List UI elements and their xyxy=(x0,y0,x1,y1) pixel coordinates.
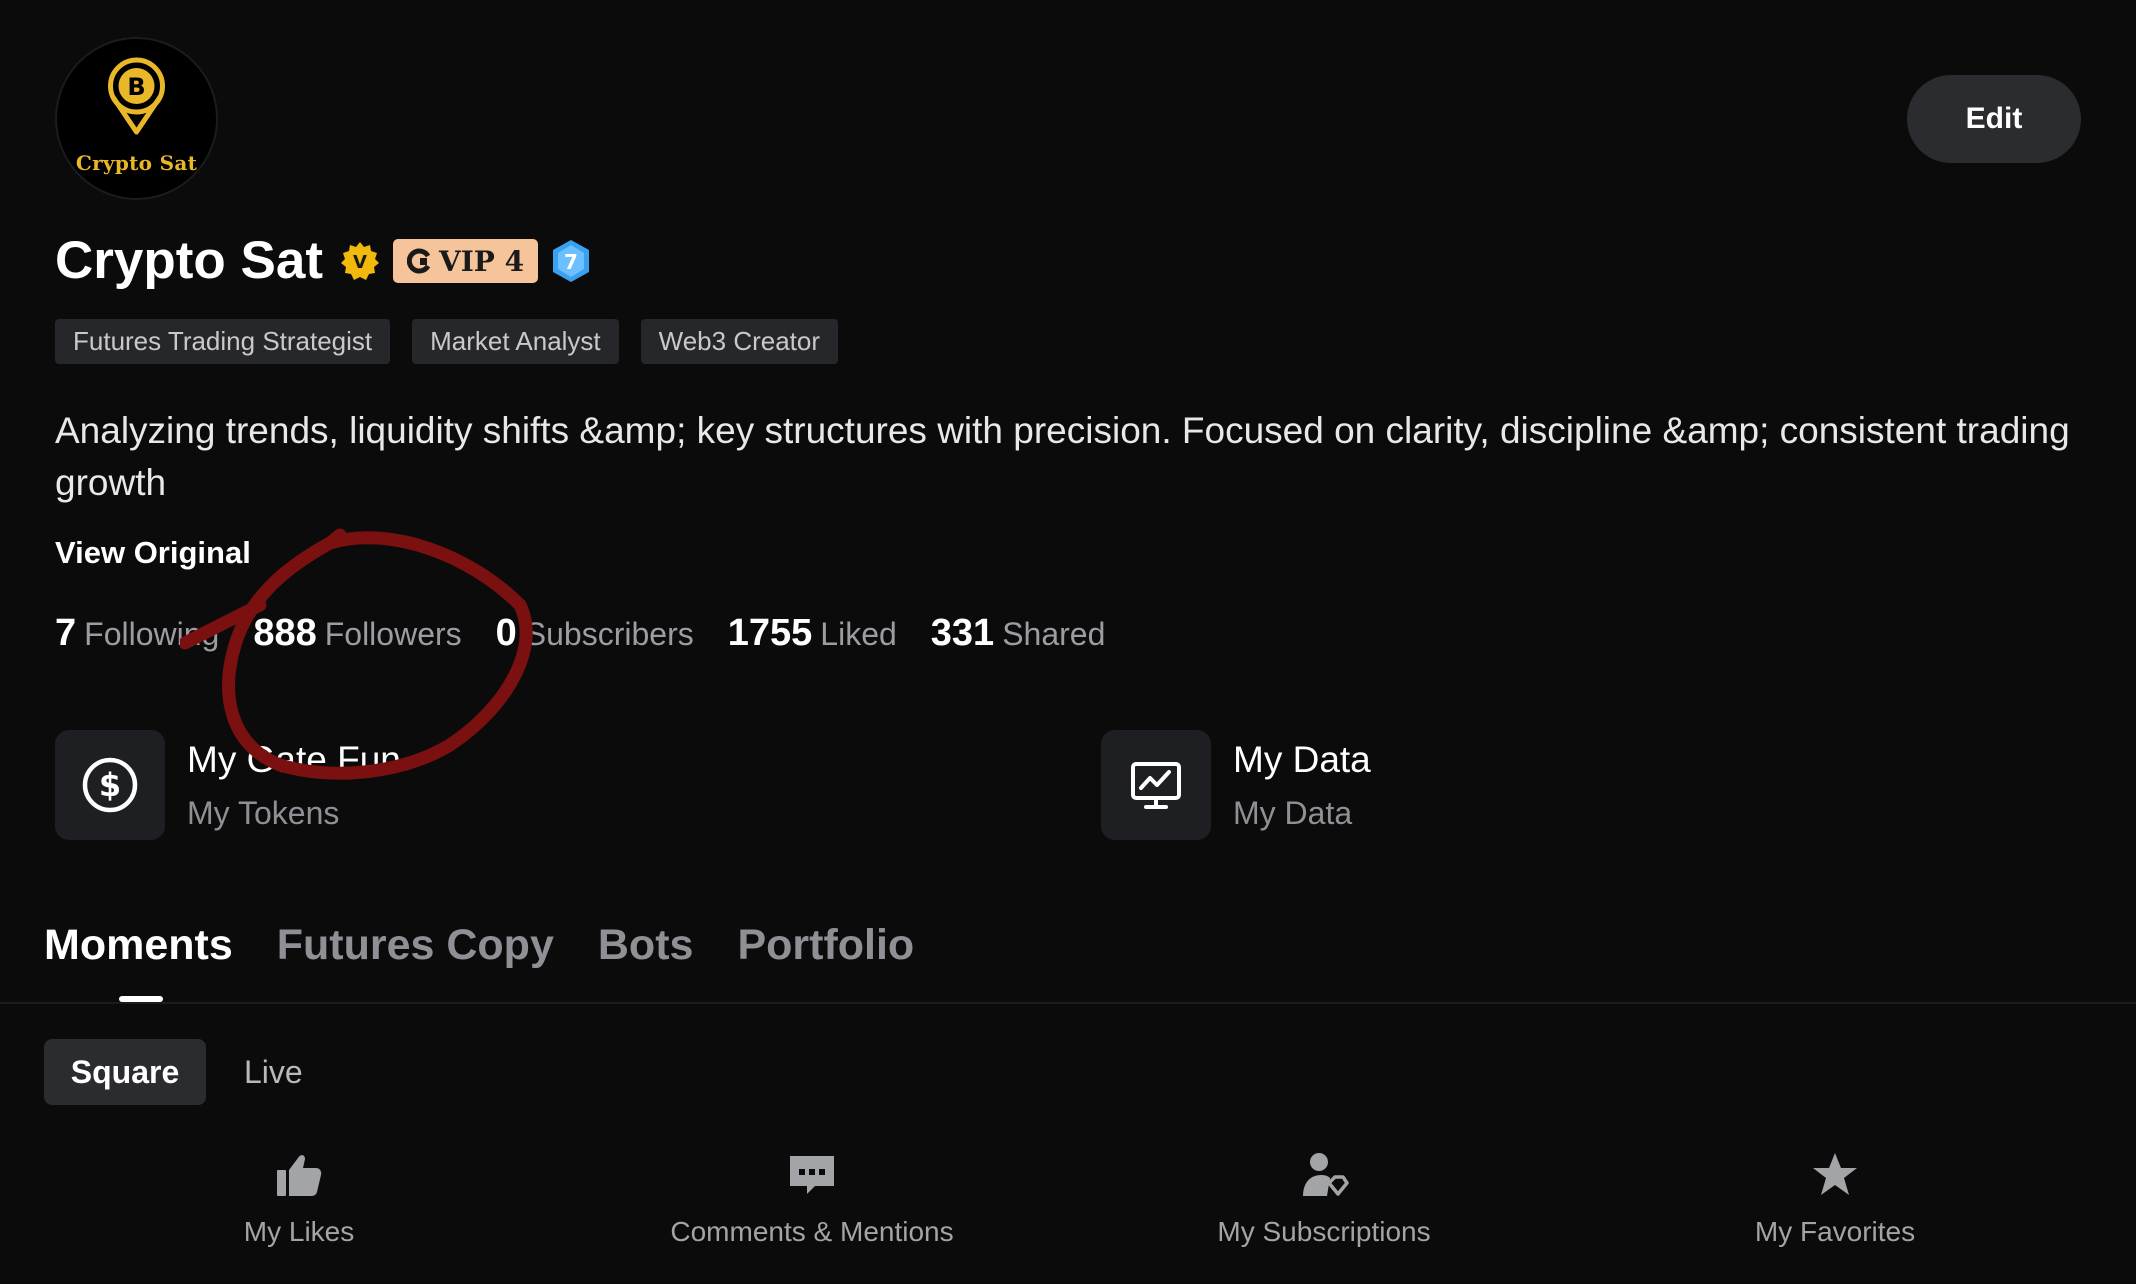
action-my-favorites[interactable]: My Favorites xyxy=(1655,1150,2015,1248)
card-subtitle: My Tokens xyxy=(187,795,340,831)
card-icon-box xyxy=(1101,730,1211,840)
stat-label: Shared xyxy=(1002,616,1106,652)
avatar[interactable]: B Crypto Sat xyxy=(55,37,218,200)
vip-badge[interactable]: VIP 4 xyxy=(392,239,539,283)
action-label: My Likes xyxy=(243,1216,355,1247)
stat-number: 7 xyxy=(55,612,77,654)
sub-tabs: Square Live xyxy=(44,1039,303,1105)
stat-number: 331 xyxy=(930,612,995,654)
subtab-live[interactable]: Live xyxy=(244,1054,303,1091)
action-my-subscriptions[interactable]: My Subscriptions xyxy=(1144,1150,1504,1248)
action-label: My Favorites xyxy=(1754,1216,1916,1247)
svg-text:B: B xyxy=(127,73,145,101)
thumbs-up-icon xyxy=(277,1155,322,1196)
svg-text:$: $ xyxy=(99,766,121,804)
stat-followers[interactable]: 888 Followers xyxy=(253,612,461,655)
action-my-likes[interactable]: My Likes xyxy=(119,1150,479,1248)
gate-logo-icon xyxy=(406,248,431,274)
svg-text:7: 7 xyxy=(564,250,578,274)
vip-label: VIP 4 xyxy=(438,244,525,278)
avatar-brand-text: Crypto Sat xyxy=(75,151,198,175)
profile-bio: Analyzing trends, liquidity shifts &amp;… xyxy=(55,410,2070,503)
tabs-divider xyxy=(0,1002,2136,1004)
tag: Market Analyst xyxy=(412,319,619,364)
stat-subscribers[interactable]: 0 Subscribers xyxy=(496,612,694,655)
svg-text:V: V xyxy=(353,252,367,273)
action-label: My Subscriptions xyxy=(1217,1216,1431,1247)
stat-shared[interactable]: 331 Shared xyxy=(931,612,1106,655)
stat-label: Following xyxy=(84,616,220,652)
content-tabs: Moments Futures Copy Bots Portfolio xyxy=(44,915,914,975)
tab-portfolio[interactable]: Portfolio xyxy=(737,915,914,975)
card-my-gate-fun[interactable]: $ My Gate Fun My Tokens xyxy=(55,730,401,840)
comment-icon xyxy=(790,1156,834,1194)
subscription-user-icon xyxy=(1303,1153,1349,1196)
card-icon-box: $ xyxy=(55,730,165,840)
stat-number: 1755 xyxy=(727,612,813,654)
stat-label: Subscribers xyxy=(524,616,694,652)
card-title: My Gate Fun xyxy=(187,739,401,780)
profile-page: B Crypto Sat Edit Crypto Sat V VIP 4 7 F… xyxy=(0,0,2136,1284)
subtab-square[interactable]: Square xyxy=(44,1039,206,1105)
stat-liked[interactable]: 1755 Liked xyxy=(728,612,897,655)
tab-moments[interactable]: Moments xyxy=(44,915,233,975)
dollar-circle-icon: $ xyxy=(82,757,138,813)
tag: Web3 Creator xyxy=(640,319,839,364)
profile-stats: 7 Following 888 Followers 0 Subscribers … xyxy=(55,612,1139,662)
edit-button[interactable]: Edit xyxy=(1907,75,2081,163)
profile-tags: Futures Trading Strategist Market Analys… xyxy=(55,319,839,364)
card-subtitle: My Data xyxy=(1233,795,1353,831)
stat-following[interactable]: 7 Following xyxy=(55,612,219,655)
stat-label: Followers xyxy=(324,616,462,652)
view-original-link[interactable]: View Original xyxy=(55,535,251,571)
star-icon xyxy=(1813,1153,1857,1195)
chart-monitor-icon xyxy=(1131,762,1181,809)
tab-bots[interactable]: Bots xyxy=(598,915,694,975)
profile-name: Crypto Sat xyxy=(55,231,323,290)
action-label: Comments & Mentions xyxy=(670,1216,954,1247)
action-comments-mentions[interactable]: Comments & Mentions xyxy=(632,1150,992,1248)
card-my-data[interactable]: My Data My Data xyxy=(1101,730,1371,840)
stat-label: Liked xyxy=(820,616,897,652)
card-title: My Data xyxy=(1233,739,1371,780)
level-badge-icon[interactable]: 7 xyxy=(550,238,592,284)
name-row: Crypto Sat V VIP 4 7 xyxy=(55,228,592,294)
verified-badge-icon[interactable]: V xyxy=(339,240,381,282)
tag: Futures Trading Strategist xyxy=(55,319,391,364)
stat-number: 888 xyxy=(253,612,317,654)
stat-number: 0 xyxy=(495,612,517,654)
tab-futures-copy[interactable]: Futures Copy xyxy=(277,915,554,975)
